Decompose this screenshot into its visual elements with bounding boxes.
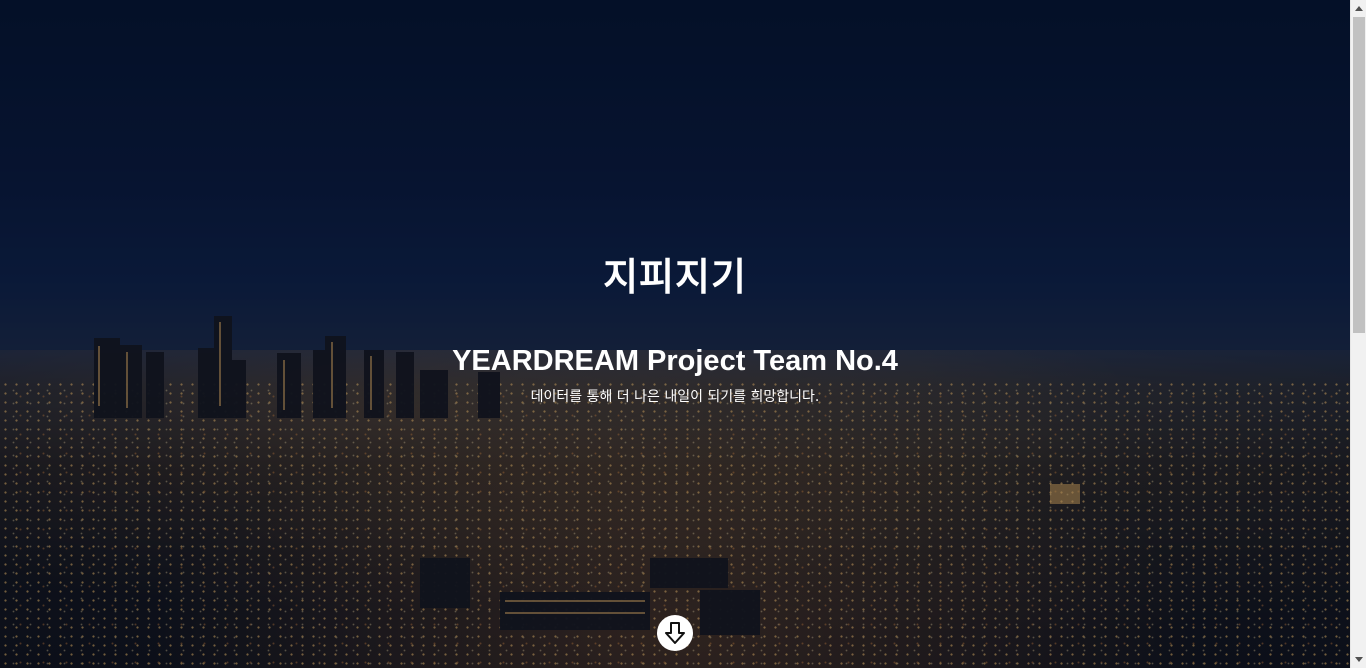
scrollbar-thumb[interactable] — [1353, 17, 1365, 333]
hero-dark-overlay — [0, 0, 1350, 668]
arrow-down-circle-icon — [665, 622, 685, 644]
hero-section: 지피지기 YEARDREAM Project Team No.4 데이터를 통해… — [0, 0, 1350, 668]
scroll-down-arrow-icon[interactable] — [1351, 652, 1366, 668]
hero-subtitle: YEARDREAM Project Team No.4 — [452, 345, 898, 377]
hero-tagline: 데이터를 통해 더 나은 내일이 되기를 희망합니다. — [530, 389, 820, 405]
scroll-up-arrow-icon[interactable] — [1351, 0, 1366, 16]
page-viewport: 지피지기 YEARDREAM Project Team No.4 데이터를 통해… — [0, 0, 1350, 668]
hero-title: 지피지기 — [603, 255, 747, 299]
scroll-down-button[interactable] — [657, 615, 693, 651]
vertical-scrollbar[interactable] — [1350, 0, 1366, 668]
